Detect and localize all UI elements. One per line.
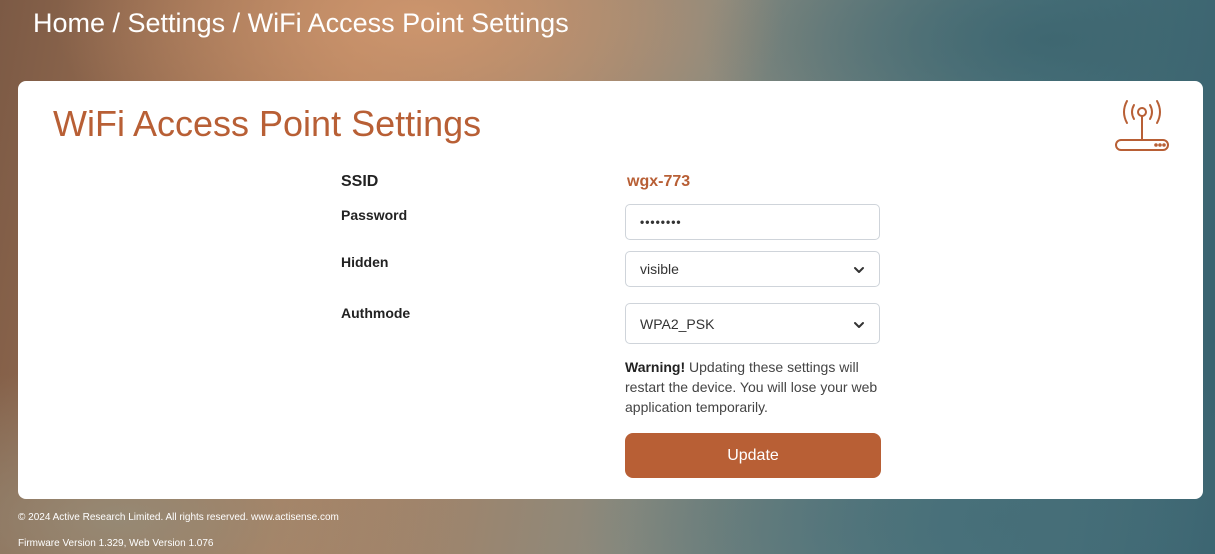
warning-message: Warning! Updating these settings will re…	[625, 357, 895, 417]
breadcrumb: Home / Settings / WiFi Access Point Sett…	[33, 8, 569, 38]
chevron-down-icon	[853, 263, 865, 275]
chevron-down-icon	[853, 318, 865, 330]
authmode-select[interactable]: WPA2_PSK	[625, 303, 880, 344]
wifi-router-icon	[1113, 96, 1171, 158]
ssid-value: wgx-773	[627, 173, 691, 190]
warning-title: Warning!	[625, 359, 686, 375]
authmode-select-value: WPA2_PSK	[640, 315, 715, 332]
hidden-select[interactable]: visible	[625, 251, 880, 287]
footer-firmware-version: Firmware Version 1.329, Web Version 1.07…	[18, 538, 214, 549]
page-title: WiFi Access Point Settings	[53, 103, 482, 144]
ssid-label: SSID	[341, 173, 379, 190]
hidden-select-value: visible	[640, 261, 679, 277]
password-field[interactable]: ••••••••	[625, 204, 880, 240]
password-label: Password	[341, 207, 408, 223]
authmode-label: Authmode	[341, 305, 411, 321]
settings-card: WiFi Access Point Settings SSID wgx-773 …	[18, 81, 1203, 499]
footer-copyright: © 2024 Active Research Limited. All righ…	[18, 512, 339, 523]
update-button[interactable]: Update	[625, 433, 881, 478]
hidden-label: Hidden	[341, 254, 389, 270]
